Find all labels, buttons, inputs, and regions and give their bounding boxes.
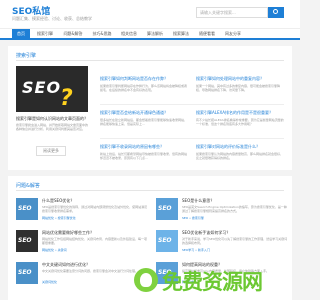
article-title[interactable]: 搜索引擎如何处理网站中的重复内容？: [196, 76, 284, 82]
qa-desc: SEO是英文Search Engine Optimization的缩写，意为搜索…: [182, 205, 287, 213]
qa-title[interactable]: SEO是什么意思？: [182, 198, 288, 204]
site-header: SEO私馆 问题汇集、摸索经验、讨论、收获、总结教学 请输入关键字搜索...: [0, 0, 300, 28]
site-tagline: 问题汇集、摸索经验、讨论、收获、总结教学: [12, 16, 92, 21]
search-engine-section: 搜索引擎 SEO ? 搜索引擎是如何认识网站的文章页面的？ 搜索引擎爬虫进入网站…: [8, 46, 292, 170]
qa-item[interactable]: SEO SEO是什么意思？ SEO是英文Search Engine Optimi…: [156, 198, 288, 222]
nav-item-search-algorithm[interactable]: 搜索算法: [170, 29, 192, 39]
article-desc: 新站上线后，站长们都希望网站尽快被搜索引擎收录，但有的网站却迟迟不被收录，原因有…: [100, 152, 188, 160]
article-item[interactable]: 搜索引擎如何处理网站中的重复内容？ 如果一个网站，其中有过多的重复内容，很可能会…: [196, 76, 284, 96]
article-item[interactable]: 搜索引擎ALEXA排名的作用是不是很重要？ 有不少站长把ALEXA排名看得非常重…: [196, 110, 284, 130]
qa-item[interactable]: SEO 中文关键词如何进行优化？ 中文关键词优化需要注意分词的问题，搜索引擎会对…: [16, 262, 148, 286]
frog-logo-icon: [134, 268, 158, 292]
article-desc: 如果搜索引擎认为网站的内容质量较高，那么网站排名就会很好，反之就很难获得好的排名…: [196, 152, 284, 160]
nav-item-info[interactable]: 相关信息: [118, 29, 140, 39]
article-item[interactable]: 搜索引擎不收录网站的原因有哪些？ 新站上线后，站长们都希望网站尽快被搜索引擎收录…: [100, 144, 188, 164]
qa-tags[interactable]: SEO • 搜索引擎: [182, 216, 288, 220]
qa-item[interactable]: SEO 什么是SEO优化？ SEO是搜索引擎优化的简称，通过对网站内部调整优化及…: [16, 198, 148, 222]
qa-thumbnail[interactable]: SEO: [156, 230, 178, 252]
featured-question-graphic: ?: [60, 86, 73, 111]
qa-thumbnail[interactable]: SEO: [16, 198, 38, 220]
search-icon: [273, 9, 278, 14]
featured-desc: 搜索引擎爬虫进入网站，并开始抓取网站文章页面中的各种信息并进行分析，利用关键词判…: [16, 123, 88, 131]
qa-desc: SEO是搜索引擎优化的简称，通过对网站内部调整优化及站外优化，使网站满足搜索引擎…: [42, 205, 148, 213]
article-desc: 如果搜索引擎判断网站存在作弊行为，那么该网站将会被降权或者拔毛，在后续的排名中不…: [100, 84, 188, 92]
featured-image[interactable]: SEO ?: [16, 66, 88, 112]
nav-item-share[interactable]: 网友分享: [222, 29, 244, 39]
read-more-button[interactable]: 阅读更多: [36, 146, 66, 156]
qa-desc: 网站优化工作包括网站结构优化、关键词布局、内容更新以及外链建设，每一项都很重要。: [42, 237, 148, 245]
article-title[interactable]: 搜索引擎是否会给新站开通绿色通道？: [100, 110, 188, 116]
article-divider: [100, 104, 284, 105]
nav-item-tips[interactable]: 技巧&思路: [90, 29, 114, 39]
nav-item-random[interactable]: 随便看看: [196, 29, 218, 39]
qa-thumbnail[interactable]: SEO: [156, 198, 178, 220]
article-title[interactable]: 搜索引擎如何判断网站是否存在作弊？: [100, 76, 188, 82]
featured-caption[interactable]: 搜索引擎是如何认识网站的文章页面的？: [16, 116, 88, 122]
section-title: 问题&解答: [16, 183, 40, 189]
nav-item-home[interactable]: 首页: [12, 29, 30, 39]
qa-tags[interactable]: 网站优化 • 搜索引擎优化: [42, 216, 148, 220]
section-divider: [16, 60, 284, 61]
article-item[interactable]: 搜索引擎是否会给新站开通绿色通道？ 很多站长在建立新网站后，都会想着搜索引擎能够…: [100, 110, 188, 130]
watermark-overlay: 免费资源网: [132, 264, 300, 300]
qa-desc: 对于新手来说，学习SEO优化可以先了解搜索引擎的工作原理，然后学习关键词的选择和…: [182, 237, 288, 245]
article-title[interactable]: 搜索引擎ALEXA排名的作用是不是很重要？: [196, 110, 284, 116]
qa-title[interactable]: SEO优化新手该如何学习？: [182, 230, 288, 236]
article-divider: [100, 138, 284, 139]
qa-item[interactable]: SEO 网站优化需要做好哪些工作？ 网站优化工作包括网站结构优化、关键词布局、内…: [16, 230, 148, 254]
qa-tags[interactable]: SEO学习 • 新手入门: [182, 248, 288, 252]
section-title: 搜索引擎: [16, 53, 37, 59]
main-nav: 首页 搜索引擎 问题&解答 技巧&思路 相关信息 算法解析 搜索算法 随便看看 …: [0, 28, 300, 40]
qa-thumbnail[interactable]: SEO: [16, 230, 38, 252]
qa-title[interactable]: 网站优化需要做好哪些工作？: [42, 230, 148, 236]
section-divider: [16, 190, 284, 191]
qa-item[interactable]: SEO SEO优化新手该如何学习？ 对于新手来说，学习SEO优化可以先了解搜索引…: [156, 230, 288, 254]
article-desc: 如果一个网站，其中有过多的重复内容，很可能会被搜索引擎降权，导致网站排名下降，访…: [196, 84, 281, 92]
article-title[interactable]: 搜索引擎对网站的评价标准是什么？: [196, 144, 284, 150]
featured-seo-graphic: SEO: [22, 78, 62, 97]
qa-thumbnail[interactable]: SEO: [16, 262, 38, 284]
nav-item-search-engine[interactable]: 搜索引擎: [34, 29, 56, 39]
article-item[interactable]: 搜索引擎如何判断网站是否存在作弊？ 如果搜索引擎判断网站存在作弊行为，那么该网站…: [100, 76, 188, 96]
nav-item-qa[interactable]: 问题&解答: [60, 29, 86, 39]
qa-title[interactable]: 什么是SEO优化？: [42, 198, 148, 204]
qa-tags[interactable]: 网站优化 • 关键词: [42, 248, 148, 252]
nav-item-algorithm[interactable]: 算法解析: [144, 29, 166, 39]
search-input[interactable]: 请输入关键字搜索...: [196, 7, 268, 18]
article-item[interactable]: 搜索引擎对网站的评价标准是什么？ 如果搜索引擎认为网站的内容质量较高，那么网站排…: [196, 144, 284, 164]
article-desc: 很多站长在建立新网站后，都会想着搜索引擎能够快速收录网站，排名能够快速上来，但是…: [100, 118, 188, 126]
watermark-text: 免费资源网: [162, 270, 263, 294]
article-desc: 有不少站长把ALEXA排名看得非常重要，因为它是衡量网站流量的一个标准，但这个排…: [196, 118, 284, 126]
article-title[interactable]: 搜索引擎不收录网站的原因有哪些？: [100, 144, 188, 150]
search-button[interactable]: [268, 7, 284, 18]
